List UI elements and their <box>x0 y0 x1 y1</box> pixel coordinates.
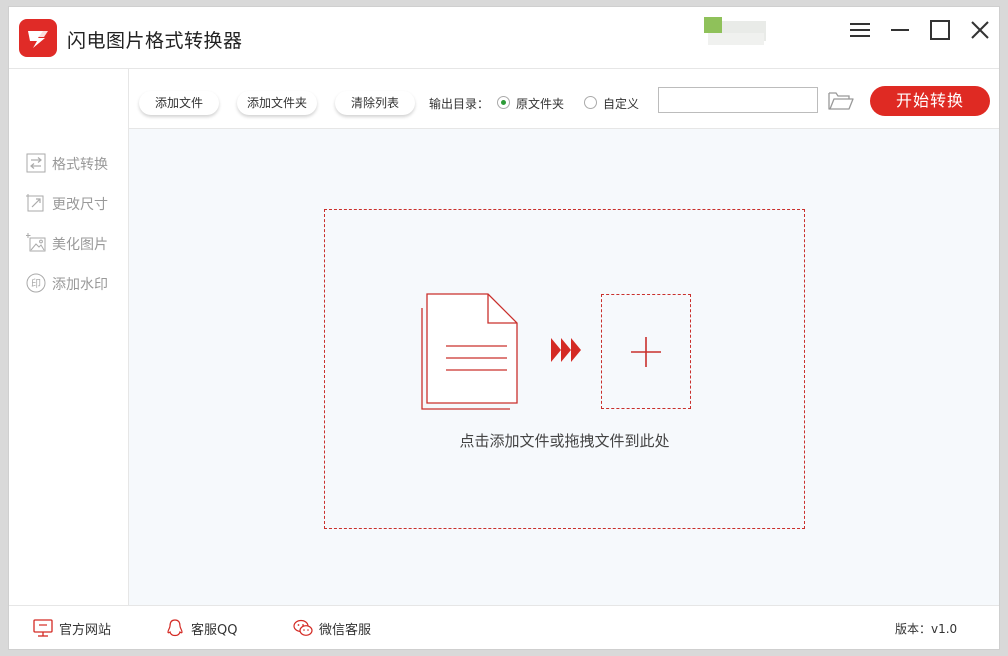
close-icon[interactable] <box>966 17 994 45</box>
minimize-icon[interactable] <box>886 17 914 45</box>
main-area: 添加文件 添加文件夹 清除列表 输出目录： 原文件夹 自定义 开始转换 <box>129 69 1000 605</box>
user-avatar[interactable] <box>704 13 766 47</box>
watermark-stamp-icon: 印 <box>26 273 46 293</box>
plus-icon <box>629 335 663 369</box>
footer: 官方网站 客服QQ 微信客服 版本： <box>9 605 1000 650</box>
file-drop-zone[interactable]: 点击添加文件或拖拽文件到此处 <box>324 209 805 529</box>
start-convert-button[interactable]: 开始转换 <box>870 86 990 116</box>
wechat-support-link[interactable]: 微信客服 <box>293 618 373 638</box>
toolbar: 添加文件 添加文件夹 清除列表 输出目录： 原文件夹 自定义 开始转换 <box>129 69 1000 129</box>
sidebar-item-format-convert[interactable]: 格式转换 <box>26 153 126 175</box>
drop-hint-text: 点击添加文件或拖拽文件到此处 <box>325 430 804 451</box>
radio-original-folder[interactable]: 原文件夹 <box>497 95 571 111</box>
radio-dot-unchecked <box>584 96 597 109</box>
resize-icon <box>26 193 46 213</box>
hamburger-menu-icon[interactable] <box>846 17 874 45</box>
swap-arrows-icon <box>26 153 46 173</box>
wechat-icon <box>293 618 313 638</box>
add-file-button[interactable]: 添加文件 <box>139 91 219 115</box>
qq-penguin-icon <box>165 618 185 638</box>
app-window: 闪电图片格式转换器 <box>8 6 1000 650</box>
sidebar: 格式转换 更改尺寸 <box>9 69 129 605</box>
sidebar-item-label: 格式转换 <box>52 154 108 174</box>
image-sparkle-icon <box>26 233 46 253</box>
monitor-icon <box>33 618 53 638</box>
official-site-link[interactable]: 官方网站 <box>33 618 113 638</box>
maximize-icon[interactable] <box>926 17 954 45</box>
svg-text:印: 印 <box>31 278 41 290</box>
clear-list-button[interactable]: 清除列表 <box>335 91 415 115</box>
app-title: 闪电图片格式转换器 <box>67 26 243 53</box>
radio-dot-checked <box>497 96 510 109</box>
sidebar-item-beautify[interactable]: 美化图片 <box>26 233 126 255</box>
add-folder-button[interactable]: 添加文件夹 <box>237 91 317 115</box>
version-label: 版本：v1.0 <box>895 620 957 637</box>
add-file-target[interactable] <box>601 294 691 409</box>
qq-support-link[interactable]: 客服QQ <box>165 618 245 638</box>
radio-custom-folder[interactable]: 自定义 <box>584 95 644 111</box>
sidebar-item-label: 更改尺寸 <box>52 194 108 214</box>
title-bar: 闪电图片格式转换器 <box>9 7 1000 69</box>
drop-illustration <box>421 292 693 410</box>
document-stack-icon <box>421 292 561 410</box>
triple-arrow-icon <box>551 336 585 366</box>
open-folder-icon[interactable] <box>827 90 855 112</box>
output-dir-label: 输出目录： <box>429 95 489 112</box>
lightning-logo-icon <box>19 19 57 57</box>
sidebar-item-watermark[interactable]: 印 添加水印 <box>26 273 126 295</box>
sidebar-item-resize[interactable]: 更改尺寸 <box>26 193 126 215</box>
sidebar-item-label: 美化图片 <box>52 234 108 254</box>
output-path-input[interactable] <box>658 87 818 113</box>
sidebar-item-label: 添加水印 <box>52 274 108 294</box>
